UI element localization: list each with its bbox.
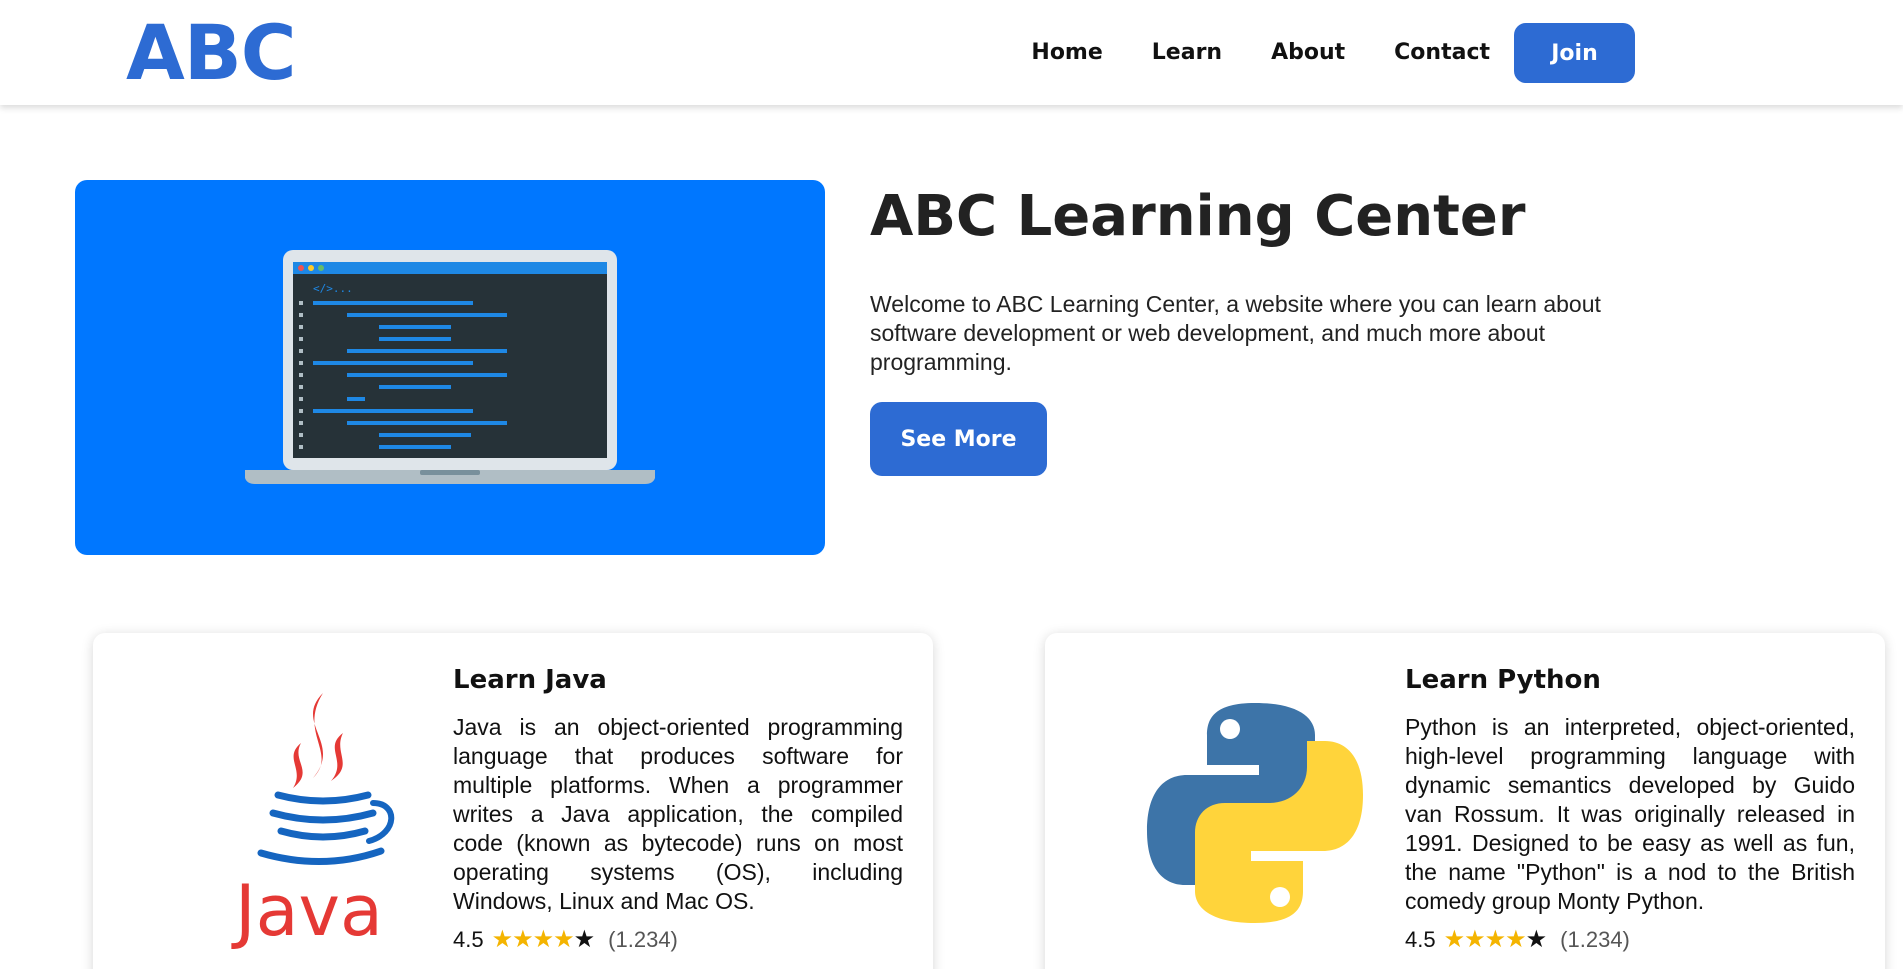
rating-count: (1.234) — [1560, 927, 1630, 952]
python-logo — [1147, 703, 1363, 923]
nav-link-about[interactable]: About — [1271, 23, 1345, 83]
site-header: ABC Home Learn About Contact Join — [0, 0, 1903, 105]
card-description: Java is an object-oriented programming l… — [453, 714, 903, 914]
rating-count: (1.234) — [608, 927, 678, 952]
page-title: ABC Learning Center — [870, 184, 1526, 249]
java-logo: Java — [231, 693, 395, 952]
course-card-java[interactable]: Java Learn Java Java is an object-orient… — [93, 633, 933, 969]
nav-link-contact[interactable]: Contact — [1394, 23, 1490, 83]
star-icon: ★★★★★ — [491, 926, 596, 953]
card-title[interactable]: Learn Java — [453, 663, 607, 697]
nav-link-home[interactable]: Home — [1031, 23, 1102, 83]
rating-value: 4.5 — [453, 927, 484, 952]
card-rating: 4.5 ★★★★★ (1.234) — [1405, 925, 1630, 955]
code-tag-text: </>... — [313, 282, 353, 295]
hero-image: </>... — [75, 180, 825, 555]
java-logo-text: Java — [231, 870, 383, 952]
card-title[interactable]: Learn Python — [1405, 663, 1601, 697]
main-nav: Home Learn About Contact Join — [1031, 23, 1635, 83]
course-card-python[interactable]: Learn Python Python is an interpreted, o… — [1045, 633, 1885, 969]
card-description: Python is an interpreted, object-oriente… — [1405, 714, 1855, 914]
star-icon: ★★★★★ — [1443, 926, 1548, 953]
site-logo[interactable]: ABC — [126, 10, 297, 96]
rating-value: 4.5 — [1405, 927, 1436, 952]
join-button[interactable]: Join — [1514, 23, 1635, 83]
nav-link-learn[interactable]: Learn — [1152, 23, 1222, 83]
laptop-code-icon: </>... — [245, 250, 655, 484]
see-more-button[interactable]: See More — [870, 402, 1047, 476]
hero-description: Welcome to ABC Learning Center, a websit… — [870, 291, 1601, 375]
card-rating: 4.5 ★★★★★ (1.234) — [453, 925, 678, 955]
